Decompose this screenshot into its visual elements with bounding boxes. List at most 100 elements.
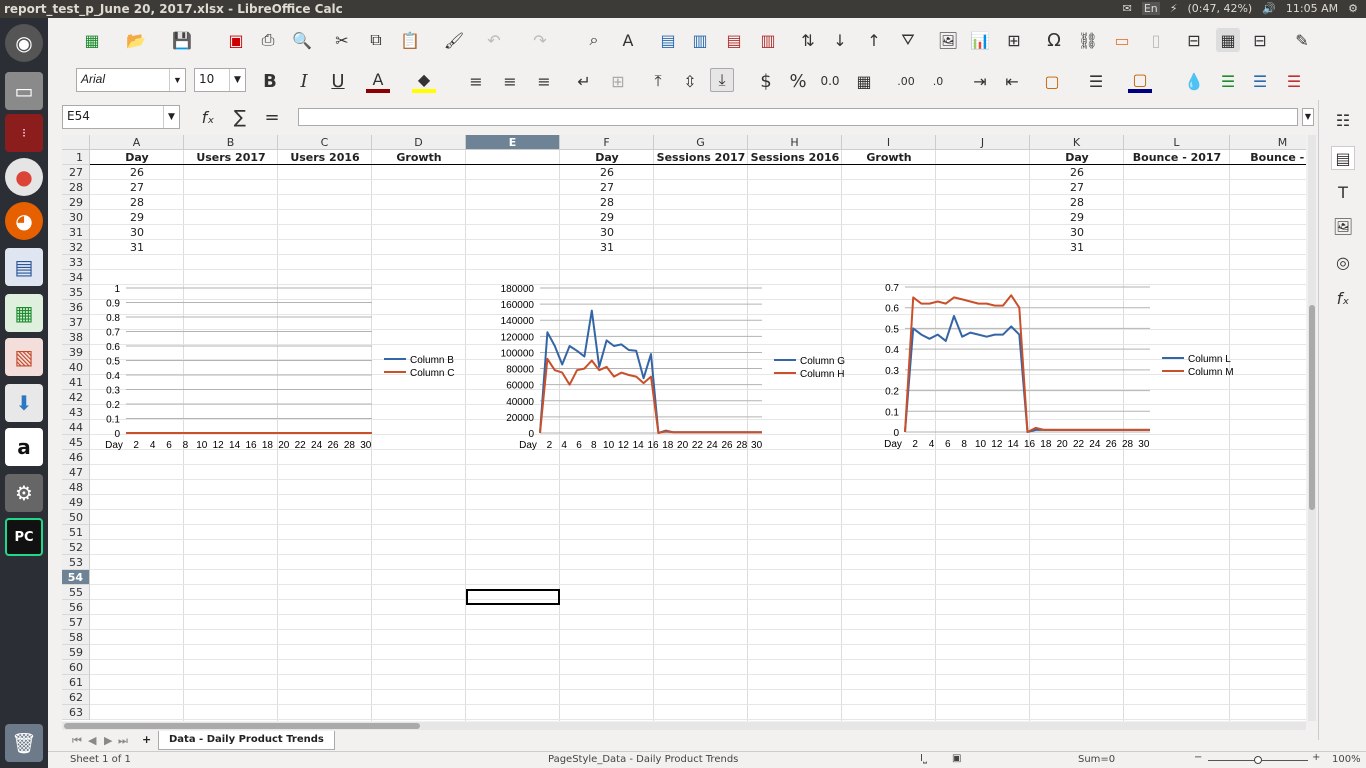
chrome-icon[interactable]: ● <box>5 158 43 196</box>
next-sheet-icon[interactable]: ▶ <box>104 734 112 747</box>
volume-icon[interactable]: 🔊 <box>1262 2 1276 15</box>
zoom-out-icon[interactable]: − <box>1194 752 1202 763</box>
undo-icon[interactable]: ↶ <box>482 28 506 52</box>
delete-column-icon[interactable]: ▥ <box>756 28 780 52</box>
mail-icon[interactable]: ✉ <box>1123 2 1132 15</box>
keyboard-indicator[interactable]: En <box>1141 2 1160 15</box>
conditional-format-icon[interactable]: 💧 <box>1182 69 1206 93</box>
functions-icon[interactable]: fₓ <box>1331 286 1355 310</box>
firefox-icon[interactable]: ◕ <box>5 202 43 240</box>
highlight-color-icon[interactable]: ◆ <box>412 69 436 93</box>
battery-icon[interactable]: ⚡ <box>1170 2 1178 15</box>
horizontal-scrollbar[interactable] <box>62 722 1306 730</box>
freeze-rows-icon[interactable]: ▦ <box>1216 28 1240 52</box>
new-spreadsheet-icon[interactable]: ▦ <box>80 28 104 52</box>
calc-icon[interactable]: ▦ <box>5 294 43 332</box>
app-red-icon[interactable]: ⁝ <box>5 114 43 152</box>
align-left-icon[interactable]: ≡ <box>464 69 488 93</box>
bold-icon[interactable]: B <box>258 69 282 93</box>
icon-set-icon[interactable]: ☰ <box>1282 69 1306 93</box>
chevron-down-icon[interactable]: ▼ <box>169 69 185 91</box>
sum-icon[interactable]: ∑ <box>228 105 252 129</box>
software-center-icon[interactable]: ⬇ <box>5 384 43 422</box>
properties-icon[interactable]: ☷ <box>1331 108 1355 132</box>
column-icon[interactable]: ▥ <box>688 28 712 52</box>
trash-icon[interactable]: 🗑 <box>5 724 43 762</box>
sort-descending-icon[interactable]: ↑ <box>862 28 886 52</box>
autofilter-icon[interactable]: ⛛ <box>896 28 920 52</box>
percent-format-icon[interactable]: % <box>786 69 810 93</box>
hyperlink-icon[interactable]: ⛓ <box>1076 28 1100 52</box>
font-size-box[interactable]: 10 ▼ <box>194 68 246 92</box>
paste-icon[interactable]: 📋 <box>398 28 422 52</box>
increase-indent-icon[interactable]: ⇥ <box>968 69 992 93</box>
border-color-icon[interactable]: ▢ <box>1128 69 1152 93</box>
print-preview-icon[interactable]: 🔍 <box>290 28 314 52</box>
export-pdf-icon[interactable]: ▣ <box>224 28 248 52</box>
vertical-scrollbar-thumb[interactable] <box>1309 305 1315 510</box>
last-sheet-icon[interactable]: ⏭ <box>118 734 128 748</box>
chevron-down-icon[interactable]: ▼ <box>163 106 179 128</box>
first-sheet-icon[interactable]: ⏮ <box>72 734 82 748</box>
row-icon[interactable]: ▤ <box>656 28 680 52</box>
clock[interactable]: 11:05 AM <box>1286 2 1338 15</box>
pycharm-icon[interactable]: PC <box>5 518 43 556</box>
find-replace-icon[interactable]: ⌕ <box>582 28 606 52</box>
clone-formatting-icon[interactable]: 🖌 <box>442 28 466 52</box>
comment-icon[interactable]: ▭ <box>1110 28 1134 52</box>
print-icon[interactable]: ⎙ <box>256 28 280 52</box>
system-settings-icon[interactable]: ⚙ <box>5 474 43 512</box>
wrap-text-icon[interactable]: ↵ <box>572 69 596 93</box>
vertical-scrollbar[interactable] <box>1308 135 1316 721</box>
number-format-icon[interactable]: 0.0 <box>818 69 842 93</box>
add-sheet-icon[interactable]: + <box>142 733 151 746</box>
merge-cells-icon[interactable]: ⊞ <box>606 69 630 93</box>
spelling-icon[interactable]: A <box>616 28 640 52</box>
formula-icon[interactable]: = <box>260 105 284 129</box>
italic-icon[interactable]: I <box>292 69 316 93</box>
insert-chart-icon[interactable]: 📊 <box>968 28 992 52</box>
date-format-icon[interactable]: ▦ <box>852 69 876 93</box>
redo-icon[interactable]: ↷ <box>528 28 552 52</box>
expand-formula-button[interactable]: ▼ <box>1302 108 1314 126</box>
color-scale-icon[interactable]: ☰ <box>1216 69 1240 93</box>
delete-decimal-icon[interactable]: .0 <box>926 69 950 93</box>
special-character-icon[interactable]: Ω <box>1042 28 1066 52</box>
zoom-level[interactable]: 100% <box>1332 754 1361 765</box>
image-gallery-icon[interactable]: 🖼 <box>1331 214 1355 238</box>
selection-mode-icon[interactable]: I⎵ <box>920 753 927 764</box>
align-right-icon[interactable]: ≡ <box>532 69 556 93</box>
navigator-icon[interactable]: ◎ <box>1331 250 1355 274</box>
tab-data-daily-product-trends[interactable]: Data - Daily Product Trends <box>158 731 335 750</box>
open-icon[interactable]: 📂 <box>124 28 148 52</box>
headers-footers-icon[interactable]: ▯ <box>1144 28 1168 52</box>
selected-cell-cursor[interactable] <box>466 589 560 605</box>
function-wizard-icon[interactable]: fₓ <box>196 105 220 129</box>
zoom-slider-knob[interactable] <box>1254 756 1262 764</box>
zoom-slider[interactable] <box>1208 756 1308 764</box>
pivot-table-icon[interactable]: ⊞ <box>1002 28 1026 52</box>
decrease-indent-icon[interactable]: ⇤ <box>1000 69 1024 93</box>
sort-icon[interactable]: ⇅ <box>796 28 820 52</box>
copy-icon[interactable]: ⧉ <box>364 28 388 52</box>
chevron-down-icon[interactable]: ▼ <box>229 69 245 91</box>
cut-icon[interactable]: ✂ <box>330 28 354 52</box>
zoom-in-icon[interactable]: + <box>1312 752 1320 763</box>
delete-row-icon[interactable]: ▤ <box>722 28 746 52</box>
save-icon[interactable]: 💾 <box>170 28 194 52</box>
align-bottom-icon[interactable]: ⤓ <box>710 68 734 92</box>
name-box[interactable]: E54 ▼ <box>62 105 180 129</box>
impress-icon[interactable]: ▧ <box>5 338 43 376</box>
show-draw-functions-icon[interactable]: ✎ <box>1290 28 1314 52</box>
border-style-icon[interactable]: ☰ <box>1084 69 1108 93</box>
spreadsheet-grid[interactable]: ABCDEFGHIJKLM 1 27 28 29 30 31 32 33 34 35 36 37 38 3… <box>62 135 1306 721</box>
horizontal-scrollbar-thumb[interactable] <box>64 723 420 729</box>
align-top-icon[interactable]: ⤒ <box>646 69 670 93</box>
ubuntu-dash-icon[interactable]: ◉ <box>5 24 43 62</box>
borders-icon[interactable]: ▢ <box>1040 69 1064 93</box>
formula-input[interactable] <box>298 108 1298 126</box>
center-vertically-icon[interactable]: ⇳ <box>678 69 702 93</box>
document-modified-icon[interactable]: ▣ <box>952 753 961 764</box>
currency-format-icon[interactable]: $ <box>754 69 778 93</box>
add-decimal-icon[interactable]: .00 <box>894 69 918 93</box>
